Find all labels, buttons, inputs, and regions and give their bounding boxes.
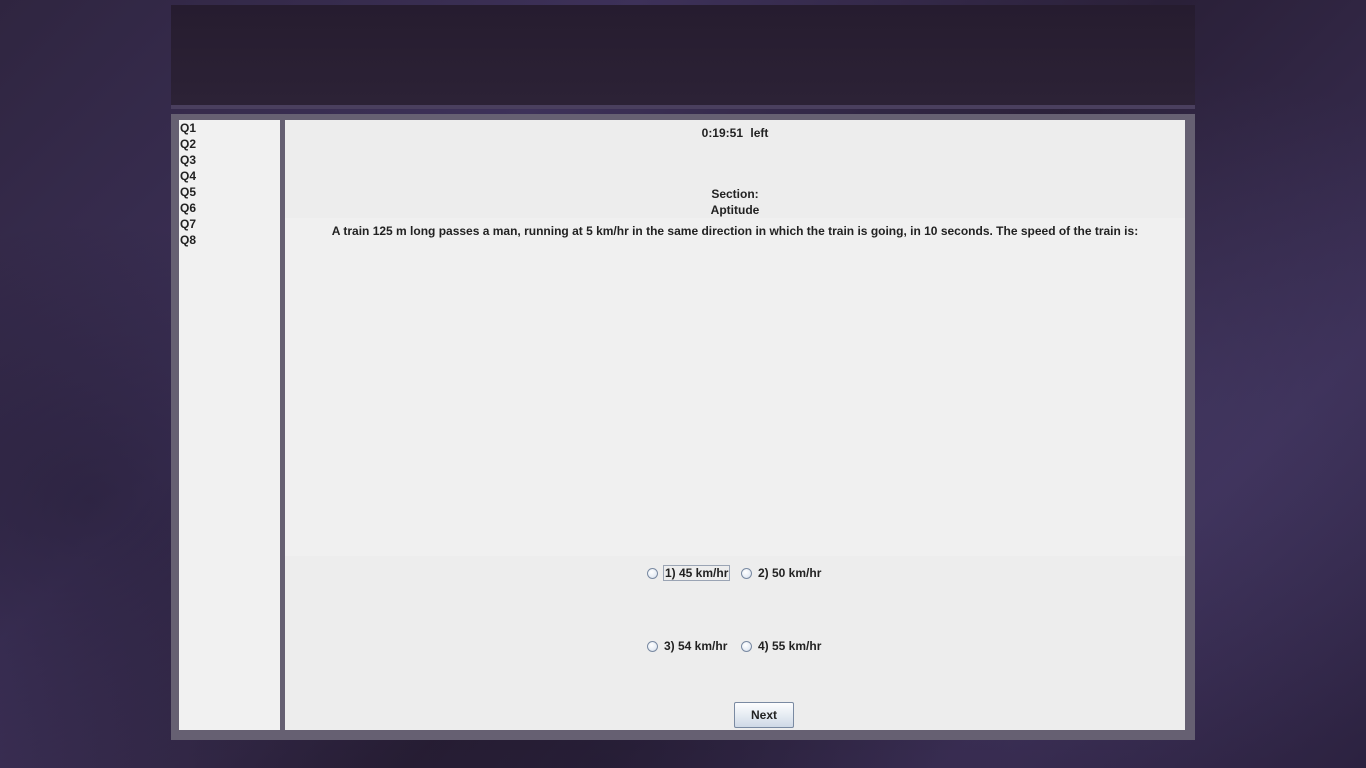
question-link-q1[interactable]: Q1 [179,120,280,136]
radio-icon [741,567,752,579]
countdown-timer: 0:19:51 left [285,126,1185,140]
timer-suffix: left [750,126,769,140]
question-link-q7[interactable]: Q7 [179,216,280,232]
question-text: A train 125 m long passes a man, running… [331,224,1139,238]
option-4-label: 4) 55 km/hr [758,639,822,653]
question-link-q8[interactable]: Q8 [179,232,280,248]
section-name: Aptitude [710,203,760,217]
next-button[interactable]: Next [734,702,794,728]
question-link-q4[interactable]: Q4 [179,168,280,184]
option-1-label: 1) 45 km/hr [663,565,731,581]
header-banner [171,5,1195,105]
question-list-sidebar: Q1 Q2 Q3 Q4 Q5 Q6 Q7 Q8 [179,120,280,730]
radio-icon [647,640,658,652]
question-panel: 0:19:51 left Section: Aptitude A train 1… [285,120,1185,730]
section-label: Section: [711,187,759,201]
question-link-q3[interactable]: Q3 [179,152,280,168]
timer-value: 0:19:51 [701,126,744,140]
question-link-q2[interactable]: Q2 [179,136,280,152]
radio-icon [741,640,752,652]
radio-icon [647,567,658,579]
question-area: A train 125 m long passes a man, running… [285,218,1185,556]
question-link-q6[interactable]: Q6 [179,200,280,216]
header-divider [171,105,1195,109]
option-4-radio[interactable]: 4) 55 km/hr [741,638,822,654]
option-2-radio[interactable]: 2) 50 km/hr [741,565,822,581]
option-2-label: 2) 50 km/hr [758,566,822,580]
option-3-radio[interactable]: 3) 54 km/hr [647,638,728,654]
option-1-radio[interactable]: 1) 45 km/hr [647,565,731,581]
option-3-label: 3) 54 km/hr [664,639,728,653]
question-link-q5[interactable]: Q5 [179,184,280,200]
